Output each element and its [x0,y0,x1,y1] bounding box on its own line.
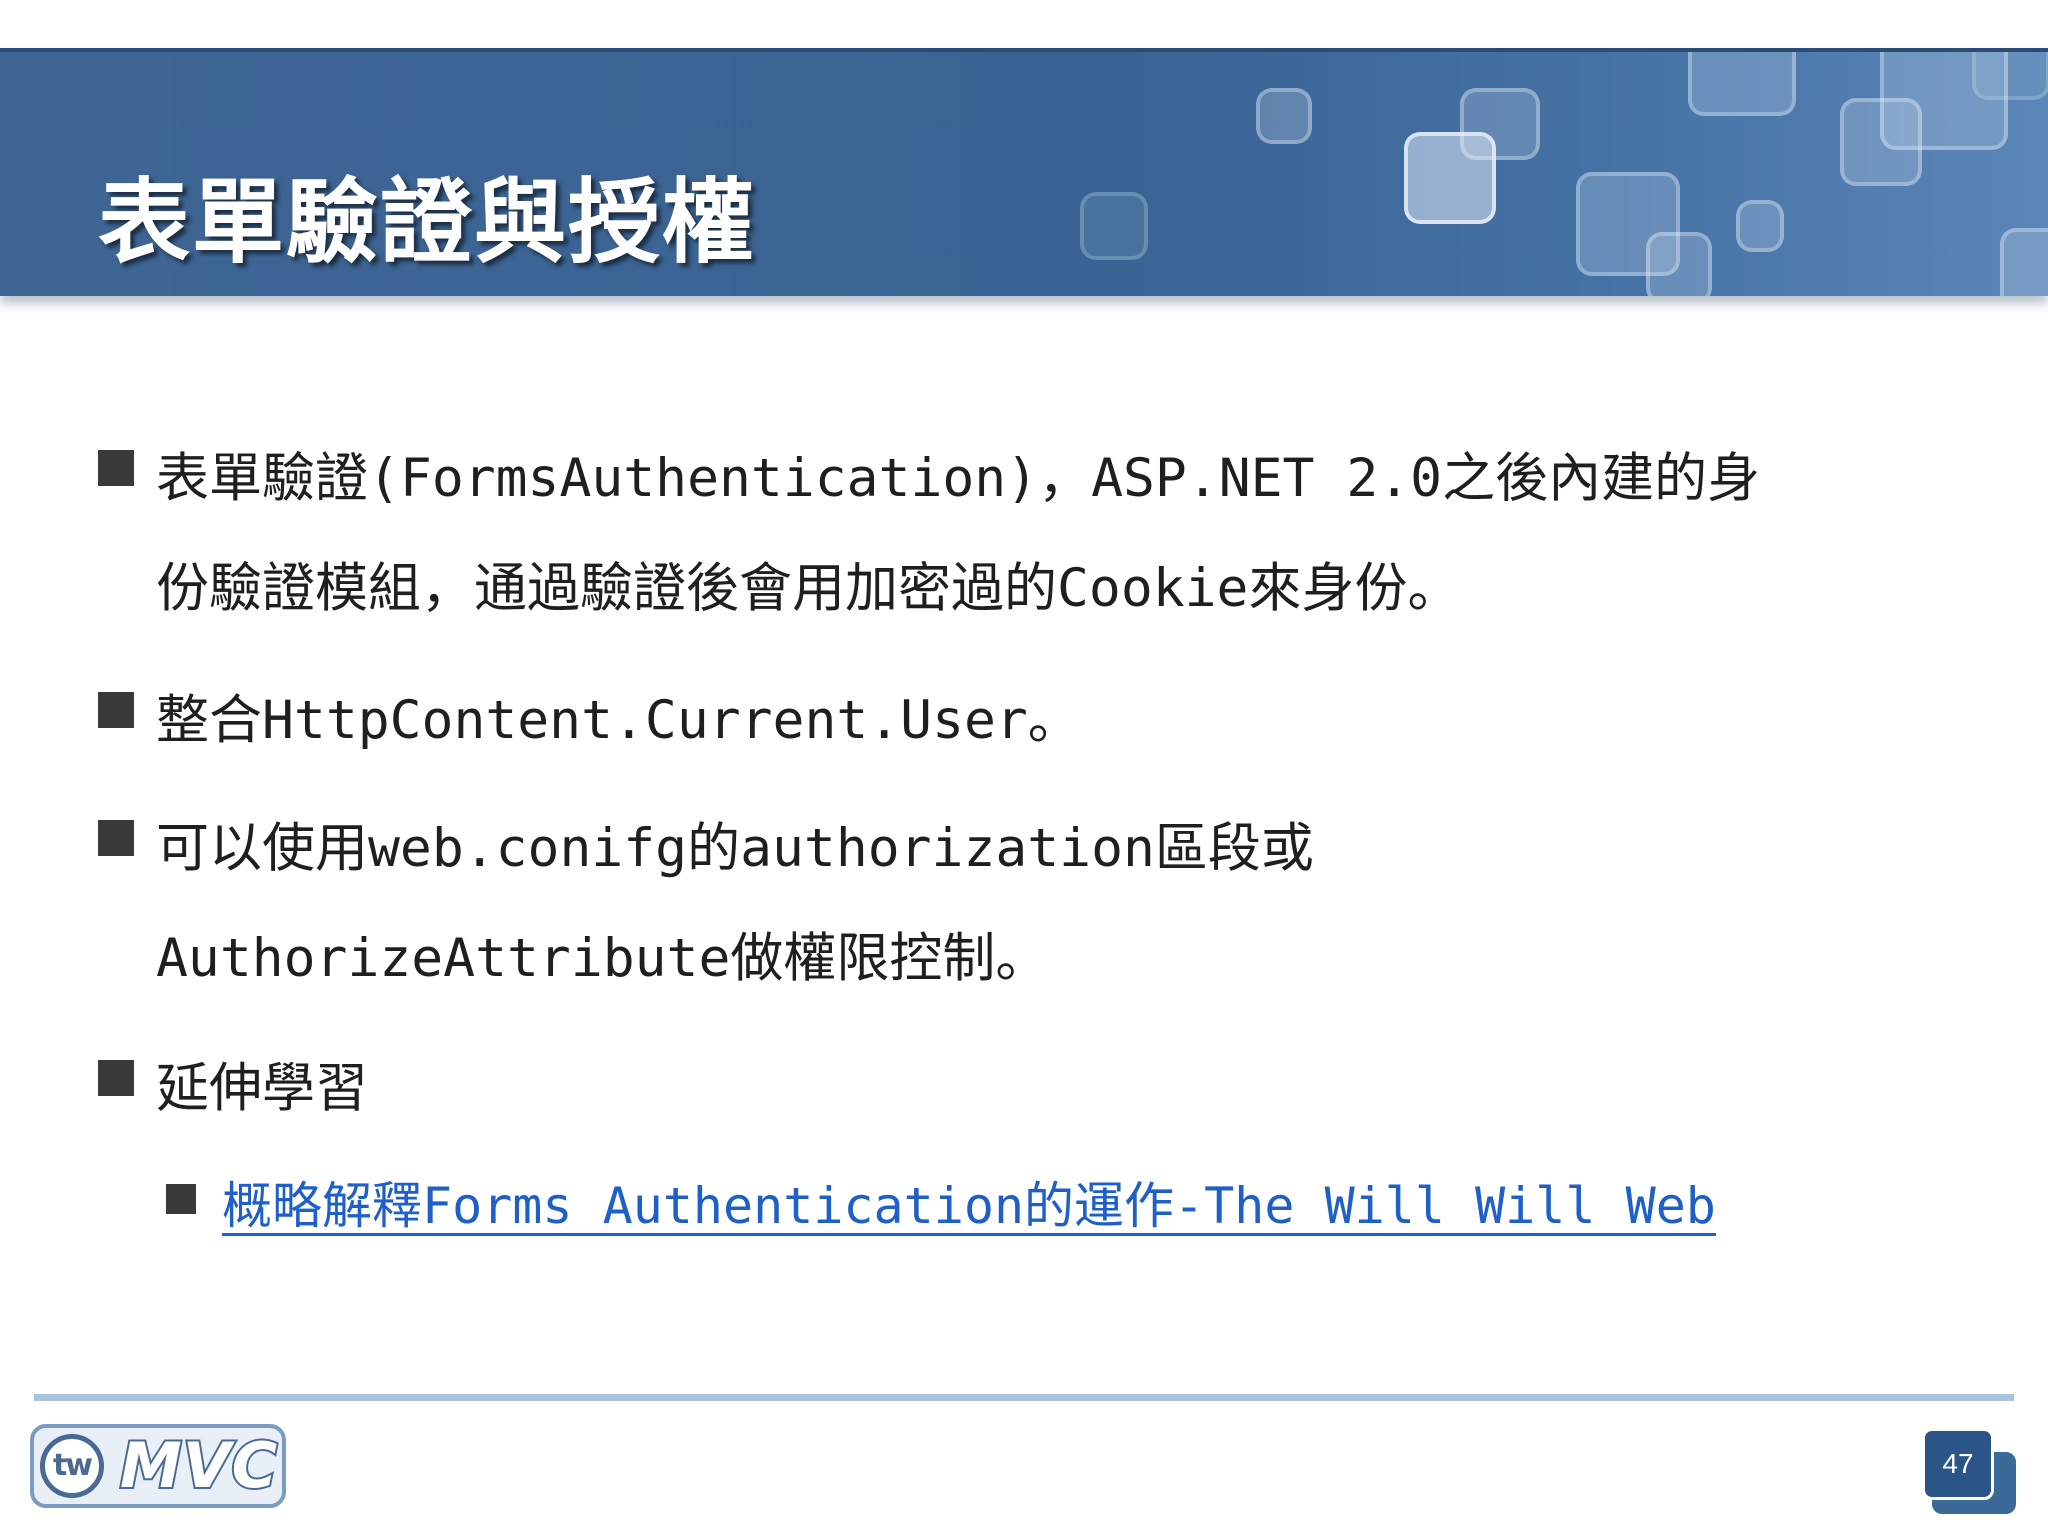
bullet-4-line-1: 延伸學習 [156,1058,368,1119]
bullet-3-line-1: 可以使用web.conifg的authorization區段或 [156,818,1314,879]
bullet-1-line-2: 份驗證模組，通過驗證後會用加密過的Cookie來身份。 [156,558,1461,619]
sub-bullet-marker [166,1184,196,1214]
slide-title: 表單驗證與授權 [98,169,757,276]
decor-square [1688,52,1796,116]
bullet-marker [98,1060,134,1096]
forms-auth-link[interactable]: 概略解釋Forms Authentication的運作-The Will Wil… [222,1166,1716,1238]
decor-square [1972,52,2048,100]
bullet-marker [98,450,134,486]
decor-square [1460,88,1540,160]
decor-square [1256,88,1312,144]
bullet-marker [98,692,134,728]
bullet-3-line-2: AuthorizeAttribute做權限控制。 [156,928,1049,989]
bullet-marker [98,820,134,856]
twmvc-logo: tw MVC [30,1424,286,1508]
footer-rule [34,1394,2014,1401]
top-strip [0,0,2048,48]
page-number: 47 [1922,1428,1994,1500]
logo-badge: tw [40,1434,104,1498]
bullet-2-line-1: 整合HttpContent.Current.User。 [156,690,1081,751]
logo-text: MVC [118,1428,279,1504]
decor-square [1080,192,1148,260]
decor-square [1646,232,1712,296]
bullet-1-line-1: 表單驗證(FormsAuthentication)，ASP.NET 2.0之後內… [156,448,1761,509]
decor-square [2000,228,2048,296]
title-banner: 表單驗證與授權 [0,48,2048,296]
slide: 表單驗證與授權 表單驗證(FormsAuthentication)，ASP.NE… [0,0,2048,1536]
decor-square [1736,200,1784,252]
